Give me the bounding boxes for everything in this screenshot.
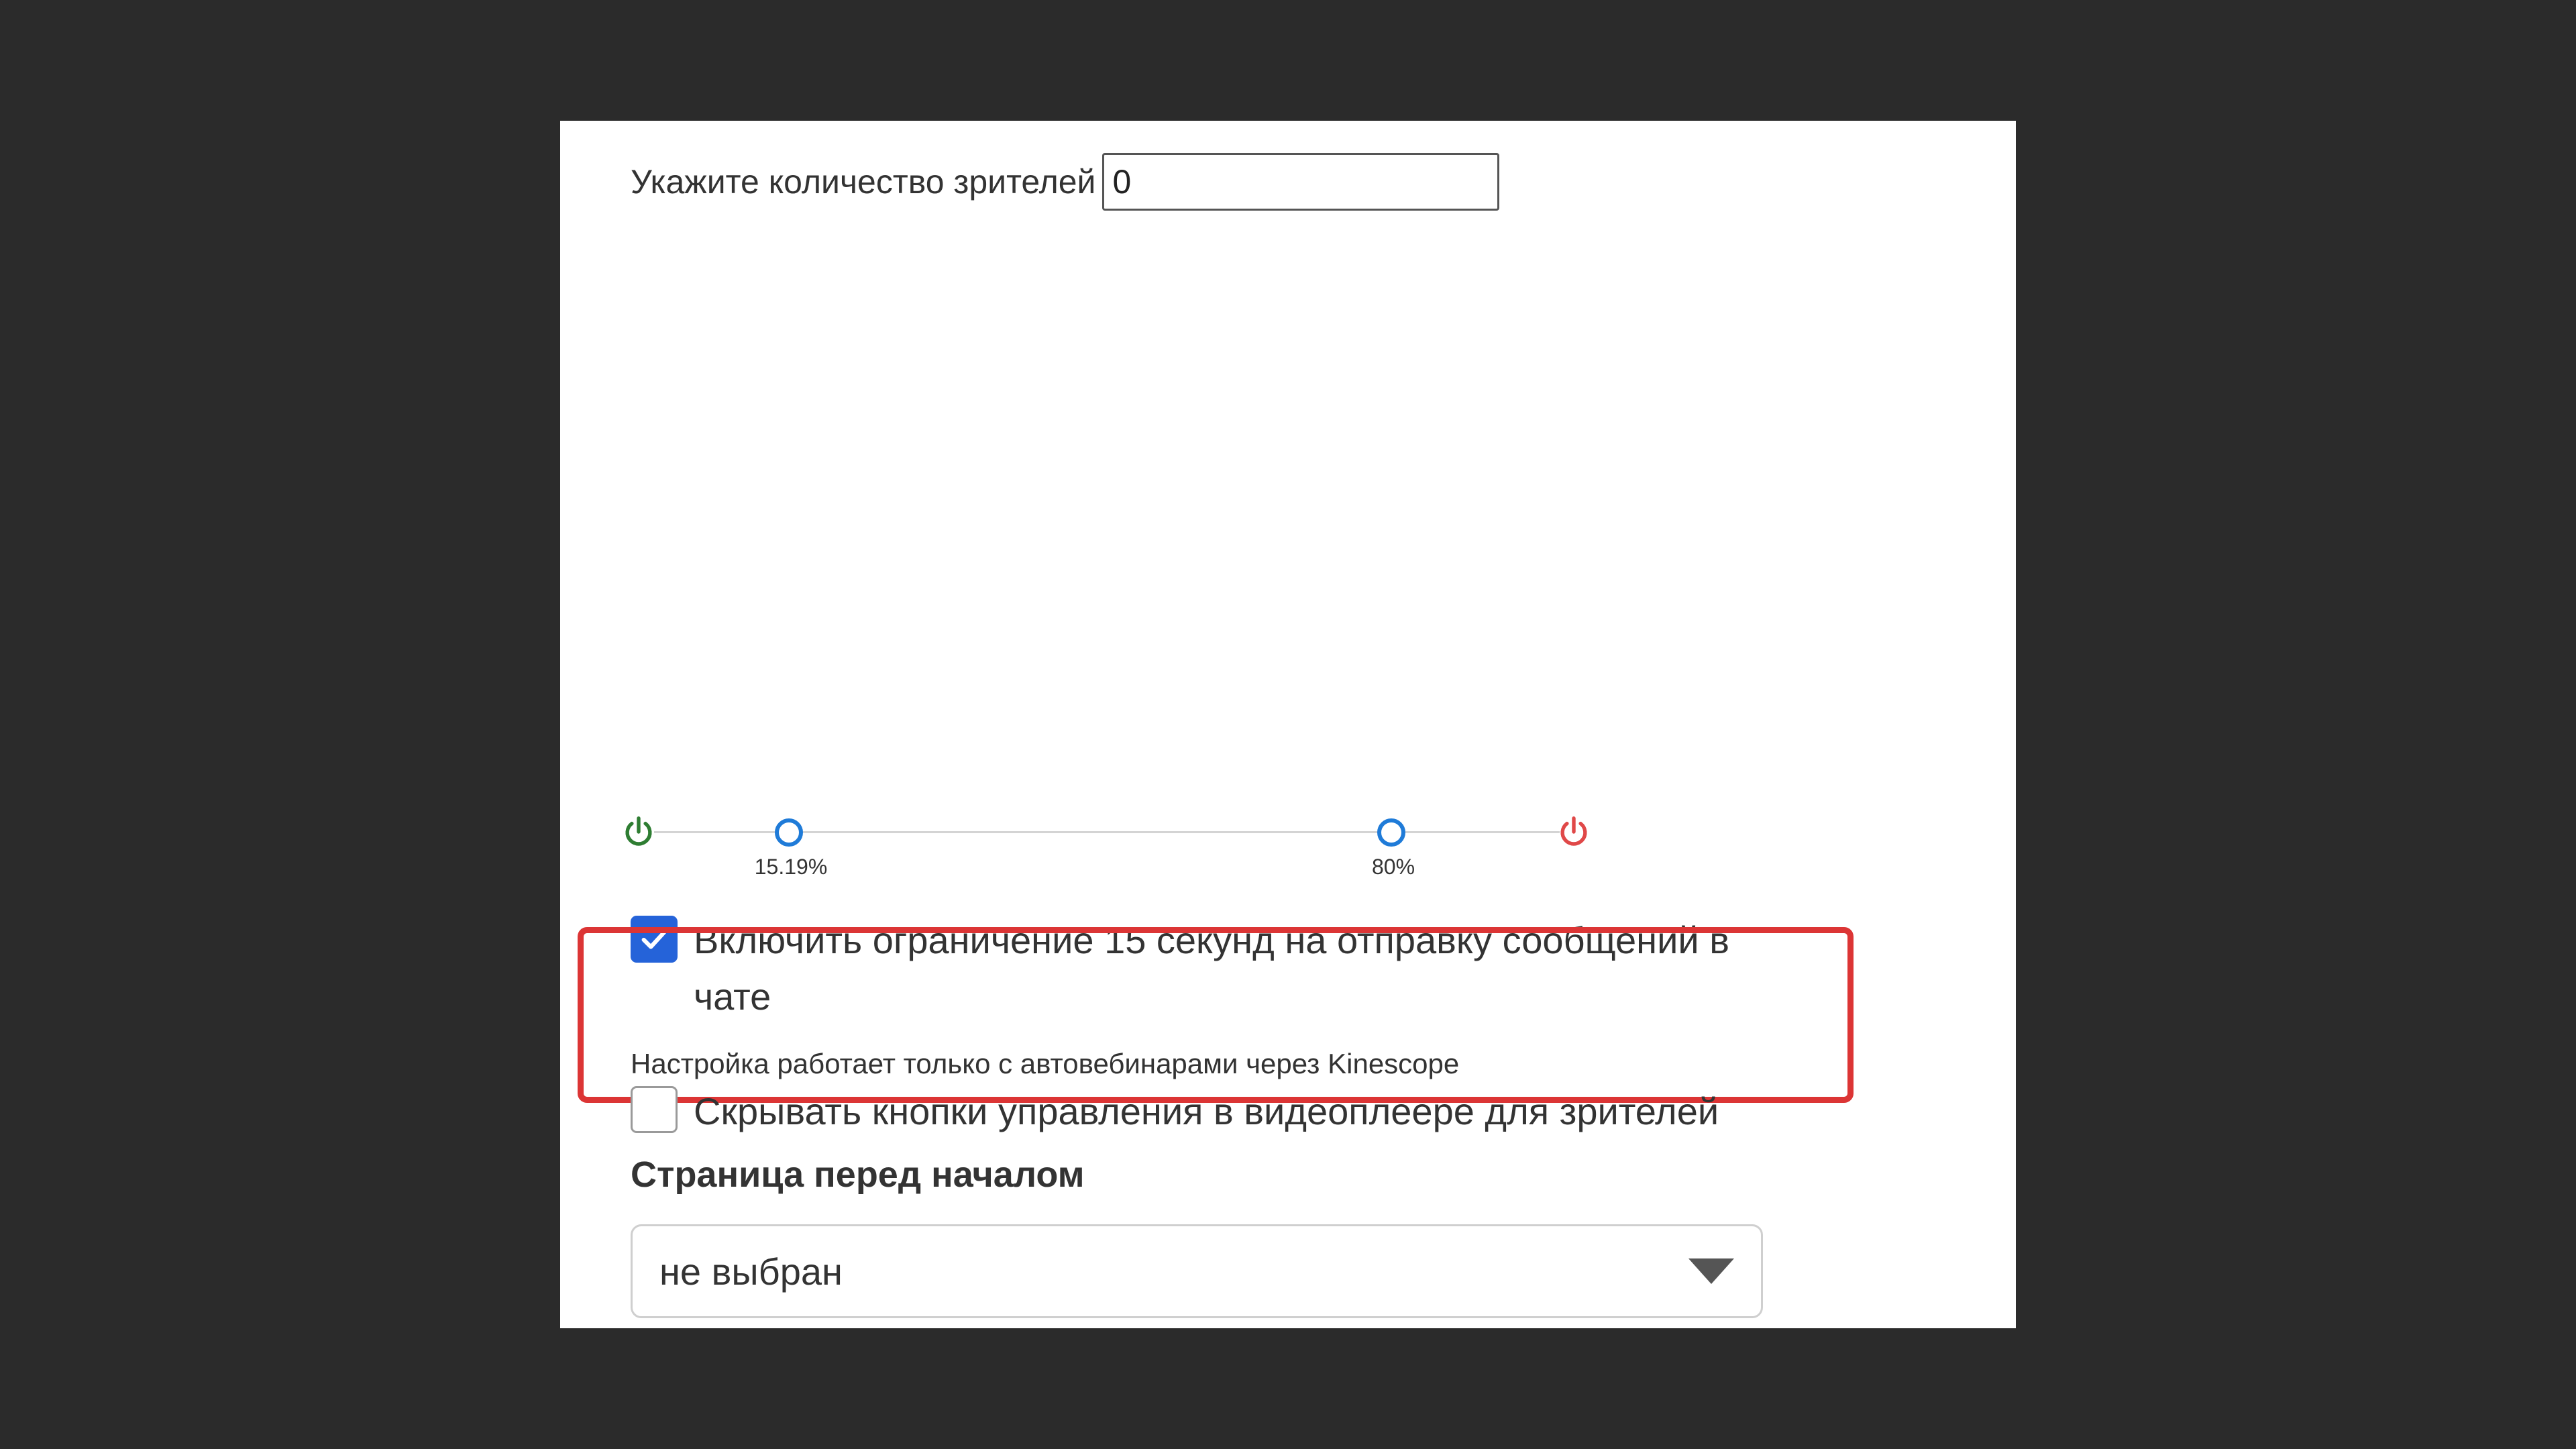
slider-handle-start[interactable] xyxy=(775,818,803,847)
pre-start-page-title: Страница перед началом xyxy=(631,1155,1085,1195)
slider-handle-end[interactable] xyxy=(1377,818,1405,847)
viewers-count-input[interactable] xyxy=(1102,153,1500,211)
viewers-row: Укажите количество зрителей xyxy=(631,153,1500,211)
power-icon[interactable] xyxy=(621,814,657,850)
select-value: не выбран xyxy=(659,1250,843,1293)
settings-panel: Укажите количество зрителей 15.19% 80% В… xyxy=(560,121,2016,1328)
hide-controls-label: Скрывать кнопки управления в видеоплеере… xyxy=(694,1090,1719,1132)
hide-controls-option[interactable]: Скрывать кнопки управления в видеоплеере… xyxy=(631,1083,1719,1140)
caret-down-icon[interactable] xyxy=(1688,1258,1734,1284)
range-slider[interactable]: 15.19% 80% xyxy=(621,684,1640,879)
power-off-icon[interactable] xyxy=(1556,814,1592,850)
slider-handle-end-label: 80% xyxy=(1371,855,1415,879)
viewers-label: Укажите количество зрителей xyxy=(631,163,1096,201)
pre-start-page-select[interactable]: не выбран xyxy=(631,1224,1763,1318)
slider-handle-start-label: 15.19% xyxy=(754,855,828,879)
hide-controls-checkbox[interactable] xyxy=(631,1086,678,1133)
kinescope-note: Настройка работает только с автовебинара… xyxy=(631,1048,1460,1079)
